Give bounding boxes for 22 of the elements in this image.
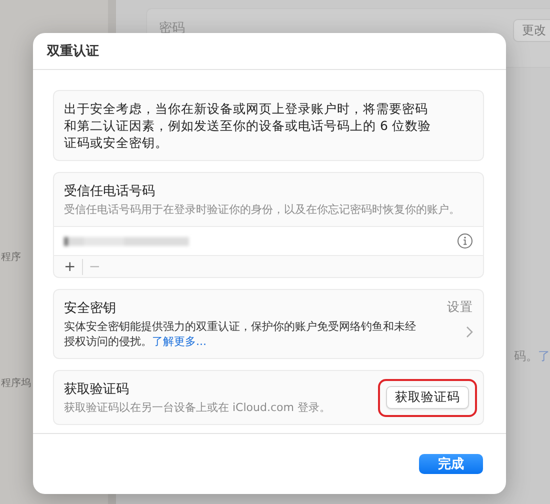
section-title: 安全密钥 [64, 300, 117, 317]
get-code-button[interactable]: 获取验证码 [386, 386, 469, 409]
section-description: 实体安全密钥能提供强力的双重认证，保护你的账户免受网络钓鱼和未经授权访问的侵扰。了解更多... [64, 319, 417, 349]
section-description: 受信任电话号码用于在登录时验证你的身份，以及在你忘记密码时恢复你的账户。 [64, 202, 461, 217]
sidebar-item: 程序 [1, 250, 21, 264]
add-button[interactable]: + [58, 258, 82, 274]
dialog-title: 双重认证 [47, 42, 99, 60]
change-button[interactable]: 更改 [513, 19, 550, 42]
section-title: 获取验证码 [64, 381, 130, 398]
section-description: 获取验证码以在另一台设备上或在 iCloud.com 登录。 [64, 400, 330, 415]
done-button[interactable]: 完成 [419, 454, 483, 474]
remove-button[interactable]: − [82, 258, 106, 274]
learn-more-link[interactable]: 了解更多... [152, 335, 206, 348]
password-label: 密码 [159, 20, 185, 37]
intro-text: 出于安全考虑，当你在新设备或网页上登录账户时，将需要密码和第二认证因素，例如发送至你的设备或电话号码上的 6 位数验证码或安全密钥。 [63, 100, 432, 152]
sidebar-item: 程序坞 [1, 376, 31, 390]
chevron-right-icon[interactable] [466, 326, 473, 338]
settings-link[interactable]: 了 [538, 348, 550, 365]
settings-text: 码。 [514, 348, 538, 365]
section-title: 受信任电话号码 [64, 183, 156, 200]
info-icon[interactable] [457, 233, 473, 249]
setup-label[interactable]: 设置 [447, 299, 473, 316]
